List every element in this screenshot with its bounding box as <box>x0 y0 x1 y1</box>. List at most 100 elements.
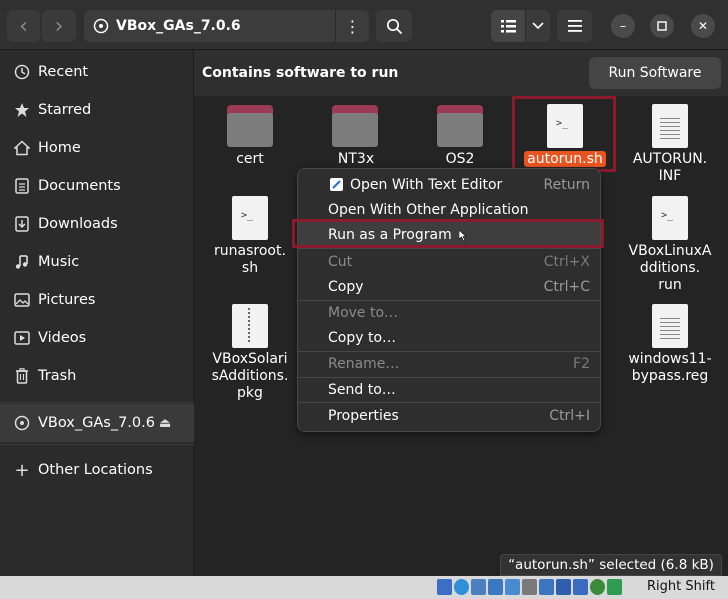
sidebar-item-home[interactable]: Home <box>0 129 194 167</box>
file-label: AUTORUN. <box>632 151 708 167</box>
picture-icon <box>13 291 31 309</box>
menu-item-properties[interactable]: Properties Ctrl+I <box>298 403 600 428</box>
run-software-button[interactable]: Run Software <box>589 57 721 89</box>
close-button[interactable]: ✕ <box>691 14 715 38</box>
archive-file-icon[interactable] <box>232 304 268 348</box>
terminal-icon: >_ <box>661 210 674 221</box>
forward-button[interactable]: › <box>42 10 76 42</box>
sidebar-divider <box>0 444 194 445</box>
sidebar-item-videos[interactable]: Videos <box>0 319 194 357</box>
sidebar-item-other-locations[interactable]: + Other Locations <box>0 451 194 489</box>
cpu-icon[interactable] <box>573 579 588 595</box>
file-label: runasroot. <box>214 243 286 259</box>
banner-text: Contains software to run <box>202 65 399 81</box>
keyboard-icon[interactable] <box>607 579 622 595</box>
optical-drive-icon[interactable] <box>454 579 469 595</box>
back-button[interactable]: ‹ <box>7 10 40 42</box>
sidebar-item-label: Documents <box>38 178 121 194</box>
menu-item-shortcut: Ctrl+I <box>549 407 590 424</box>
display-icon[interactable] <box>539 579 554 595</box>
menu-item-shortcut: F2 <box>573 355 590 372</box>
file-label: INF <box>658 168 682 184</box>
sidebar-item-label: Music <box>38 254 80 270</box>
menu-item-move-to[interactable]: Move to… <box>298 300 600 325</box>
sidebar-item-label: Pictures <box>38 292 96 308</box>
folder-icon[interactable] <box>332 105 378 147</box>
script-file-icon[interactable]: >_ <box>232 196 268 240</box>
path-bar[interactable]: VBox_GAs_7.0.6 ⋮ <box>84 10 369 42</box>
menu-item-send-to[interactable]: Send to… <box>298 377 600 402</box>
menu-highlight-box <box>292 219 604 248</box>
selection-highlight-box <box>512 96 616 172</box>
sidebar-item-recent[interactable]: Recent <box>0 53 194 91</box>
menu-item-copy[interactable]: Copy Ctrl+C <box>298 274 600 299</box>
menu-item-label: Copy to… <box>328 329 397 346</box>
list-view-button[interactable] <box>491 10 525 42</box>
home-icon <box>13 139 31 157</box>
sidebar-item-downloads[interactable]: Downloads <box>0 205 194 243</box>
menu-item-cut[interactable]: Cut Ctrl+X <box>298 249 600 274</box>
context-menu: Open With Text Editor Return Open With O… <box>297 168 601 432</box>
search-button[interactable] <box>376 10 412 42</box>
text-editor-icon <box>330 178 343 191</box>
usb-icon[interactable] <box>505 579 520 595</box>
sidebar-item-music[interactable]: Music <box>0 243 194 281</box>
file-label: bypass.reg <box>631 368 709 384</box>
minimize-button[interactable]: – <box>611 14 635 38</box>
network-icon[interactable] <box>488 579 503 595</box>
file-label: run <box>658 277 682 293</box>
sidebar-item-label: Home <box>38 140 81 156</box>
script-file-icon[interactable]: >_ <box>652 196 688 240</box>
menu-item-shortcut: Ctrl+X <box>543 253 590 270</box>
menu-item-label: Cut <box>328 253 353 270</box>
file-item-vboxlinuxadditions[interactable]: VBoxLinuxA dditions. run <box>620 243 720 294</box>
maximize-button[interactable] <box>650 14 674 38</box>
file-item-nt3x[interactable]: NT3x <box>306 151 406 168</box>
path-label: VBox_GAs_7.0.6 <box>116 18 241 34</box>
view-options-button[interactable] <box>525 10 550 42</box>
path-menu-button[interactable]: ⋮ <box>335 10 369 42</box>
file-item-windows11-bypass[interactable]: windows11- bypass.reg <box>620 351 720 385</box>
sidebar-item-label: Recent <box>38 64 89 80</box>
folder-icon[interactable] <box>227 105 273 147</box>
sidebar-item-label: VBox_GAs_7.0.6 <box>38 415 155 431</box>
menu-item-open-with-text-editor[interactable]: Open With Text Editor Return <box>298 172 600 197</box>
file-item-runasroot-sh[interactable]: runasroot. sh <box>200 243 300 277</box>
audio-icon[interactable] <box>471 579 486 595</box>
download-icon <box>13 215 31 233</box>
list-view-icon <box>500 19 516 32</box>
minimize-icon: – <box>620 19 626 33</box>
menu-item-copy-to[interactable]: Copy to… <box>298 325 600 350</box>
folder-icon[interactable] <box>437 105 483 147</box>
file-item-autorun-inf[interactable]: AUTORUN. INF <box>620 151 720 185</box>
text-file-icon[interactable] <box>652 104 688 148</box>
file-label: NT3x <box>337 151 375 167</box>
menu-item-label: Rename… <box>328 355 400 372</box>
eject-icon[interactable]: ⏏ <box>159 416 171 431</box>
recording-icon[interactable] <box>556 579 571 595</box>
menu-item-label: Properties <box>328 407 399 424</box>
sidebar-item-trash[interactable]: Trash <box>0 357 194 395</box>
sidebar-item-pictures[interactable]: Pictures <box>0 281 194 319</box>
sidebar-item-starred[interactable]: Starred <box>0 91 194 129</box>
sidebar-item-vbox-disc[interactable]: VBox_GAs_7.0.6 ⏏ <box>0 404 194 442</box>
chevron-right-icon: › <box>54 13 64 39</box>
terminal-icon: >_ <box>241 210 254 221</box>
chevron-left-icon: ‹ <box>19 13 28 39</box>
sidebar-divider <box>0 402 194 403</box>
file-item-vboxsolarisadditions[interactable]: VBoxSolari sAdditions. pkg <box>200 351 300 402</box>
file-item-cert[interactable]: cert <box>200 151 300 168</box>
sidebar: Recent Starred Home Documents Downloads … <box>0 50 194 576</box>
star-icon <box>13 101 31 119</box>
main-menu-button[interactable] <box>557 10 592 42</box>
shared-folder-icon[interactable] <box>522 579 537 595</box>
sidebar-item-documents[interactable]: Documents <box>0 167 194 205</box>
sidebar-item-label: Other Locations <box>38 462 153 478</box>
disc-icon <box>93 18 109 34</box>
menu-item-rename[interactable]: Rename… F2 <box>298 351 600 376</box>
vbox-device-icons <box>437 579 622 595</box>
mouse-integration-icon[interactable] <box>590 579 605 595</box>
text-file-icon[interactable] <box>652 304 688 348</box>
hard-disk-icon[interactable] <box>437 579 452 595</box>
file-item-os2[interactable]: OS2 <box>410 151 510 168</box>
